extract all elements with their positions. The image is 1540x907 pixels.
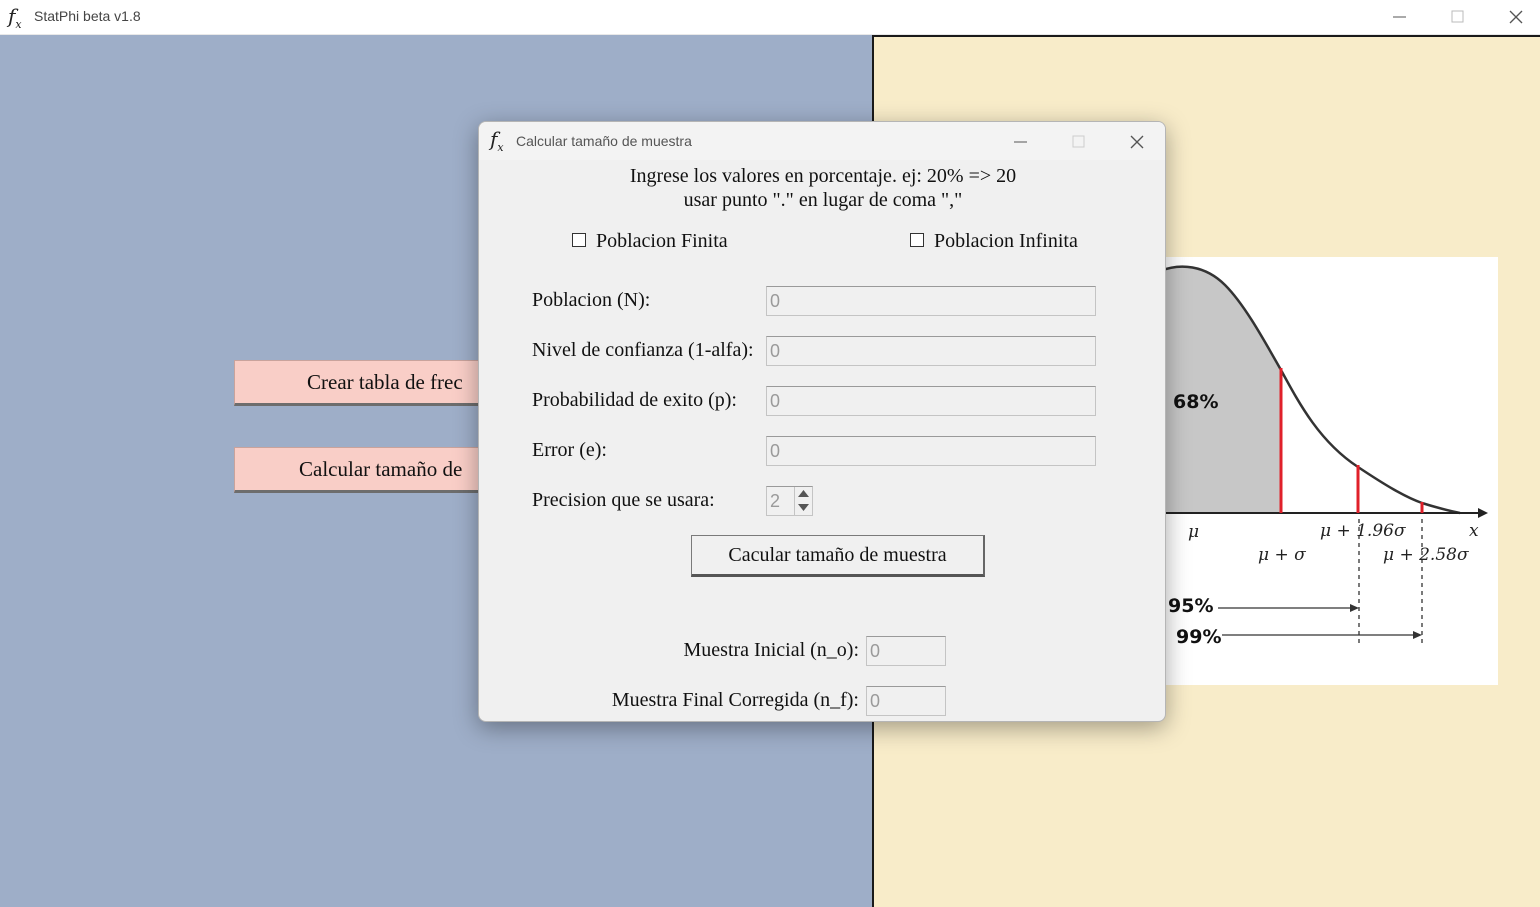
maximize-icon	[1072, 135, 1085, 148]
spin-down-button[interactable]	[795, 501, 812, 515]
instruction-line-1: Ingrese los valores en porcentaje. ej: 2…	[629, 165, 1017, 187]
precision-spinbox[interactable]: 2	[766, 486, 813, 516]
poblacion-label: Poblacion (N):	[532, 289, 651, 311]
normal-distribution-image: μ μ + σ μ + 1.96σ μ + 2.58σ x 68% 95% 99…	[1160, 257, 1498, 685]
close-button[interactable]	[1487, 0, 1540, 34]
precision-label: Precision que se usara:	[532, 489, 715, 511]
nivel-confianza-input[interactable]: 0	[766, 336, 1096, 366]
arrow-95-head	[1350, 604, 1359, 612]
function-icon: fx	[490, 127, 504, 154]
poblacion-finita-label: Poblacion Finita	[596, 230, 728, 252]
mu-258-label: μ + 2.58σ	[1383, 545, 1469, 565]
close-icon	[1130, 135, 1144, 149]
pct-68-label: 68%	[1173, 391, 1219, 413]
poblacion-finita-checkbox[interactable]: Poblacion Finita	[572, 230, 728, 253]
muestra-inicial-output: 0	[866, 636, 946, 666]
minimize-button[interactable]	[1371, 0, 1429, 34]
dialog-title: Calcular tamaño de muestra	[516, 133, 692, 149]
dialog-titlebar: fx Calcular tamaño de muestra	[479, 122, 1165, 160]
error-label: Error (e):	[532, 439, 607, 461]
error-input[interactable]: 0	[766, 436, 1096, 466]
minimize-icon	[1393, 16, 1406, 18]
dialog-maximize-button[interactable]	[1049, 126, 1107, 156]
mu-label: μ	[1188, 522, 1200, 542]
dialog-close-button[interactable]	[1107, 126, 1165, 156]
spin-up-button[interactable]	[795, 487, 812, 501]
dialog-minimize-button[interactable]	[991, 126, 1049, 156]
arrow-down-icon	[798, 504, 809, 511]
minimize-icon	[1014, 141, 1027, 143]
spin-arrows	[794, 487, 812, 515]
pct-95-label: 95%	[1168, 595, 1214, 617]
function-icon: fx	[8, 4, 22, 31]
main-window-title: StatPhi beta v1.8	[34, 8, 141, 24]
maximize-icon	[1451, 10, 1464, 23]
probabilidad-input[interactable]: 0	[766, 386, 1096, 416]
instruction-line-2: usar punto "." en lugar de coma ","	[683, 189, 963, 211]
maximize-button[interactable]	[1429, 0, 1487, 34]
sample-size-dialog: fx Calcular tamaño de muestra Ingrese lo…	[478, 121, 1166, 722]
poblacion-input[interactable]: 0	[766, 286, 1096, 316]
poblacion-infinita-checkbox[interactable]: Poblacion Infinita	[910, 230, 1078, 253]
muestra-final-label: Muestra Final Corregida (n_f):	[611, 689, 859, 711]
checkbox-box[interactable]	[910, 233, 924, 248]
x-axis-arrow	[1478, 508, 1488, 518]
x-label: x	[1469, 521, 1479, 541]
arrow-99-head	[1413, 631, 1422, 639]
pct-99-label: 99%	[1176, 626, 1222, 648]
muestra-inicial-label: Muestra Inicial (n_o):	[683, 639, 860, 661]
mu-196-label: μ + 1.96σ	[1320, 521, 1406, 541]
checkbox-box[interactable]	[572, 233, 586, 248]
muestra-final-output: 0	[866, 686, 946, 716]
main-titlebar: fx StatPhi beta v1.8	[0, 0, 1540, 35]
probabilidad-label: Probabilidad de exito (p):	[532, 389, 737, 411]
close-icon	[1509, 10, 1523, 24]
calcular-muestra-button[interactable]: Cacular tamaño de muestra	[691, 535, 985, 577]
shaded-area	[1160, 266, 1281, 513]
arrow-up-icon	[798, 490, 809, 497]
poblacion-infinita-label: Poblacion Infinita	[934, 230, 1078, 252]
precision-value: 2	[770, 491, 781, 511]
mu-sigma-label: μ + σ	[1258, 545, 1306, 565]
normal-curve-graphic	[1160, 265, 1488, 645]
nivel-confianza-label: Nivel de confianza (1-alfa):	[532, 339, 754, 361]
